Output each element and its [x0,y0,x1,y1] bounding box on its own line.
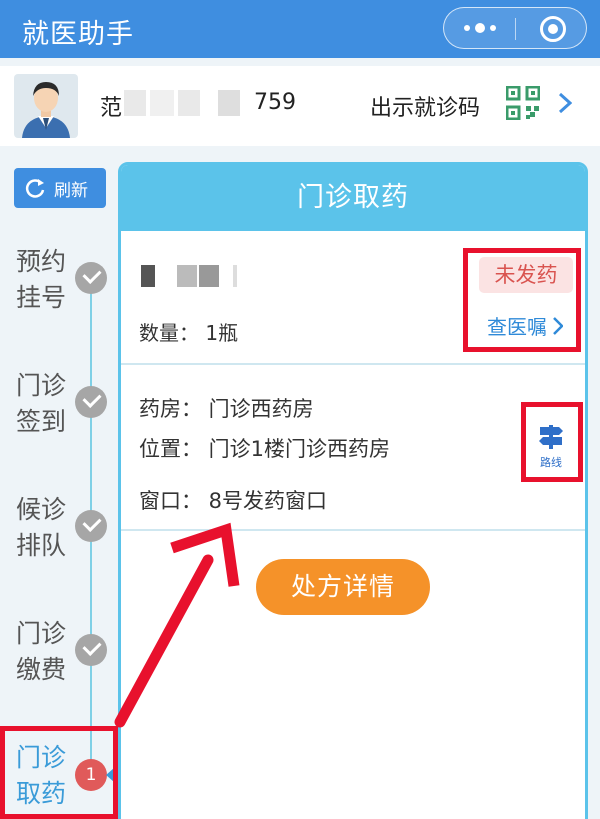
check-icon [75,634,107,666]
window-row: 窗口： 8号发药窗口 [139,489,328,513]
more-icon[interactable] [444,8,516,48]
step-check-in[interactable]: 门诊签到 [0,368,115,468]
check-icon [75,510,107,542]
mini-program-capsule [443,7,587,49]
qr-code-icon[interactable] [506,86,540,120]
masked-text [124,90,146,116]
close-icon[interactable] [540,16,566,42]
annotation-box-status [463,248,581,352]
pharmacy-info: 药房： 门诊西药房 位置： 门诊1楼门诊西药房 窗口： 8号发药窗口 路线 [121,365,585,531]
avatar [14,74,78,138]
refresh-label: 刷新 [54,180,88,201]
chevron-right-icon[interactable] [558,92,572,114]
patient-name-prefix: 范 [100,96,123,121]
step-payment[interactable]: 门诊缴费 [0,616,115,716]
show-visit-code-label[interactable]: 出示就诊码 [370,90,480,122]
check-icon [75,386,107,418]
check-icon [75,262,107,294]
pharmacy-row: 药房： 门诊西药房 [139,397,314,421]
annotation-box-step [0,726,118,819]
masked-text [178,90,200,116]
step-label: 门诊签到 [16,371,67,436]
masked-text [218,90,240,116]
title-bar: 就医助手 [0,0,600,58]
masked-text [150,90,174,116]
annotation-box-route [521,402,583,482]
refresh-button[interactable]: 刷新 [14,168,106,208]
capsule-divider [515,18,516,40]
step-appointment[interactable]: 预约挂号 [0,244,115,344]
refresh-icon [25,179,45,198]
app-title: 就医助手 [22,19,134,50]
location-row: 位置： 门诊1楼门诊西药房 [139,437,391,461]
medicine-quantity: 数量： 1瓶 [139,321,239,345]
patient-bar[interactable]: 范 759 出示就诊码 [0,66,600,146]
prescription-detail-button[interactable]: 处方详情 [256,559,430,615]
card-title: 门诊取药 [121,165,585,231]
patient-id-suffix: 759 [254,90,296,115]
step-queue[interactable]: 候诊排队 [0,492,115,592]
step-label: 候诊排队 [16,495,67,560]
step-label: 门诊缴费 [16,619,67,684]
step-label: 预约挂号 [16,247,67,312]
